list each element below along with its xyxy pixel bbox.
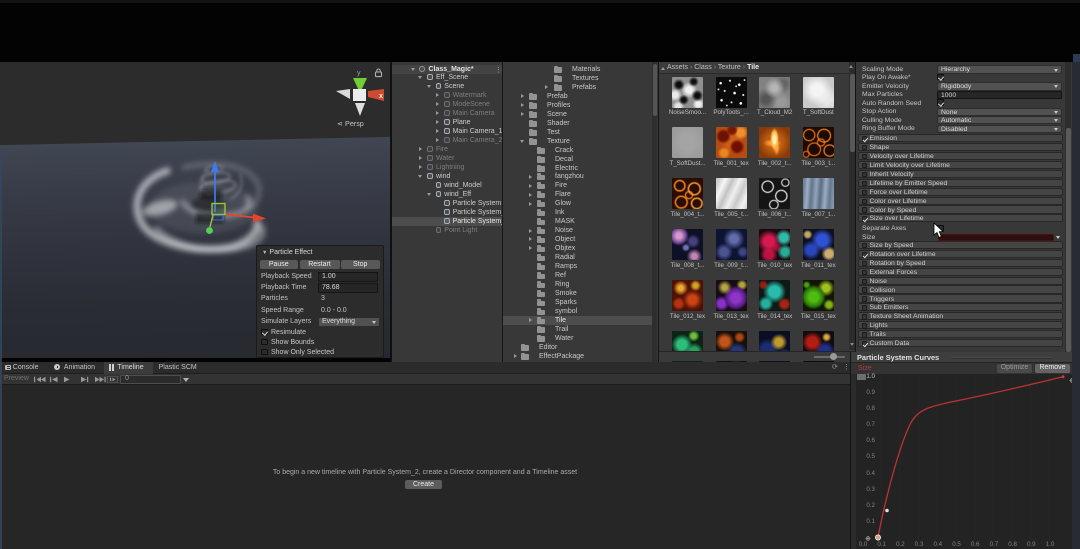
svg-text:x: x xyxy=(379,93,383,100)
svg-text:y: y xyxy=(357,70,361,77)
